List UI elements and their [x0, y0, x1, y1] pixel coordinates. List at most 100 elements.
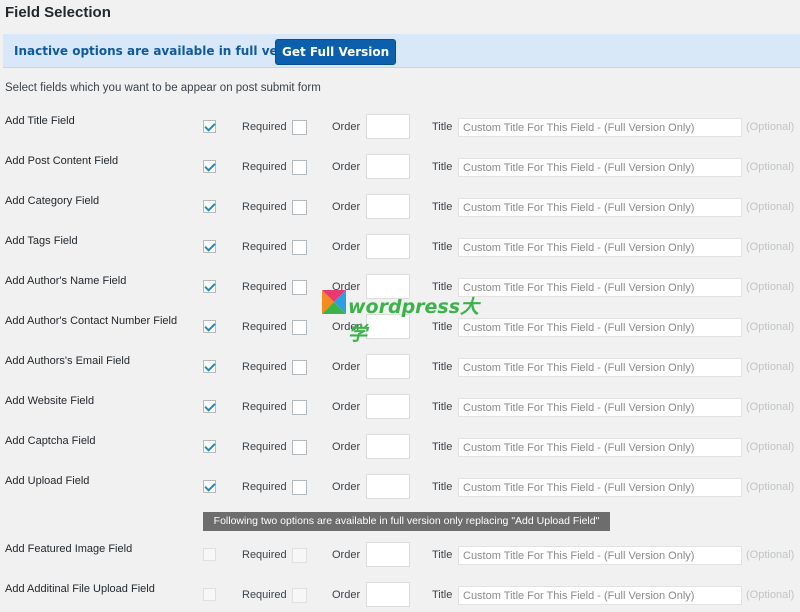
- field-label: Add Tags Field: [5, 235, 78, 247]
- required-checkbox[interactable]: [292, 280, 307, 295]
- field-row: Add Captcha Field Required Order Title (…: [0, 434, 800, 464]
- required-checkbox[interactable]: [292, 480, 307, 495]
- field-row: Add Authors's Email Field Required Order…: [0, 354, 800, 384]
- required-checkbox[interactable]: [292, 160, 307, 175]
- required-label: Required: [242, 441, 287, 453]
- field-row: Add Post Content Field Required Order Ti…: [0, 154, 800, 184]
- custom-title-input[interactable]: [458, 278, 742, 297]
- order-input[interactable]: [366, 582, 410, 607]
- field-label: Add Author's Name Field: [5, 275, 127, 287]
- optional-label: (Optional): [746, 401, 795, 413]
- required-label: Required: [242, 201, 287, 213]
- upgrade-notice: Inactive options are available in full v…: [3, 34, 800, 68]
- order-input[interactable]: [366, 542, 410, 567]
- order-input[interactable]: [366, 354, 410, 379]
- order-label: Order: [332, 201, 361, 213]
- upgrade-tooltip: Following two options are available in f…: [203, 512, 610, 531]
- custom-title-input[interactable]: [458, 198, 742, 217]
- required-checkbox[interactable]: [292, 548, 307, 563]
- watermark-text: wordpress大学: [348, 296, 480, 345]
- order-input[interactable]: [366, 434, 410, 459]
- custom-title-input[interactable]: [458, 586, 742, 605]
- required-label: Required: [242, 161, 287, 173]
- title-label: Title: [432, 481, 453, 493]
- field-enable-checkbox[interactable]: [203, 400, 216, 413]
- title-label: Title: [432, 161, 453, 173]
- order-label: Order: [332, 549, 361, 561]
- field-row: Add Upload Field Required Order Title (O…: [0, 474, 800, 504]
- order-input[interactable]: [366, 194, 410, 219]
- field-row: Add Category Field Required Order Title …: [0, 194, 800, 224]
- required-label: Required: [242, 589, 287, 601]
- page-heading: Field Selection: [5, 4, 111, 21]
- custom-title-input[interactable]: [458, 398, 742, 417]
- field-enable-checkbox[interactable]: [203, 120, 216, 133]
- field-label: Add Title Field: [5, 115, 75, 127]
- optional-label: (Optional): [746, 481, 795, 493]
- required-checkbox[interactable]: [292, 588, 307, 603]
- required-label: Required: [242, 241, 287, 253]
- watermark-logo: wordpress大学: [322, 290, 482, 345]
- title-label: Title: [432, 401, 453, 413]
- required-checkbox[interactable]: [292, 320, 307, 335]
- optional-label: (Optional): [746, 241, 795, 253]
- optional-label: (Optional): [746, 121, 795, 133]
- order-label: Order: [332, 589, 361, 601]
- required-label: Required: [242, 281, 287, 293]
- field-enable-checkbox[interactable]: [203, 360, 216, 373]
- title-label: Title: [432, 361, 453, 373]
- custom-title-input[interactable]: [458, 318, 742, 337]
- field-enable-checkbox[interactable]: [203, 280, 216, 293]
- required-checkbox[interactable]: [292, 400, 307, 415]
- order-label: Order: [332, 121, 361, 133]
- field-row: Add Featured Image Field Required Order …: [0, 542, 800, 572]
- custom-title-input[interactable]: [458, 238, 742, 257]
- order-label: Order: [332, 161, 361, 173]
- wp-logo-icon: [322, 290, 346, 314]
- field-enable-checkbox[interactable]: [203, 440, 216, 453]
- title-label: Title: [432, 589, 453, 601]
- order-label: Order: [332, 401, 361, 413]
- optional-label: (Optional): [746, 441, 795, 453]
- title-label: Title: [432, 549, 453, 561]
- order-input[interactable]: [366, 394, 410, 419]
- required-label: Required: [242, 481, 287, 493]
- field-enable-checkbox[interactable]: [203, 240, 216, 253]
- notice-text: Inactive options are available in full v…: [14, 44, 317, 58]
- title-label: Title: [432, 241, 453, 253]
- order-input[interactable]: [366, 154, 410, 179]
- field-enable-checkbox[interactable]: [203, 320, 216, 333]
- order-label: Order: [332, 361, 361, 373]
- optional-label: (Optional): [746, 161, 795, 173]
- custom-title-input[interactable]: [458, 118, 742, 137]
- field-enable-checkbox[interactable]: [203, 548, 216, 561]
- field-row: Add Website Field Required Order Title (…: [0, 394, 800, 424]
- get-full-version-button[interactable]: Get Full Version: [275, 39, 397, 65]
- custom-title-input[interactable]: [458, 358, 742, 377]
- optional-label: (Optional): [746, 361, 795, 373]
- order-input[interactable]: [366, 474, 410, 499]
- field-enable-checkbox[interactable]: [203, 588, 216, 601]
- field-label: Add Website Field: [5, 395, 95, 407]
- field-enable-checkbox[interactable]: [203, 200, 216, 213]
- field-enable-checkbox[interactable]: [203, 160, 216, 173]
- custom-title-input[interactable]: [458, 158, 742, 177]
- required-checkbox[interactable]: [292, 120, 307, 135]
- optional-label: (Optional): [746, 321, 795, 333]
- required-checkbox[interactable]: [292, 440, 307, 455]
- optional-label: (Optional): [746, 281, 795, 293]
- required-checkbox[interactable]: [292, 200, 307, 215]
- order-input[interactable]: [366, 234, 410, 259]
- custom-title-input[interactable]: [458, 438, 742, 457]
- custom-title-input[interactable]: [458, 546, 742, 565]
- field-label: Add Featured Image Field: [5, 543, 133, 555]
- field-label: Add Author's Contact Number Field: [5, 315, 178, 327]
- required-label: Required: [242, 549, 287, 561]
- required-checkbox[interactable]: [292, 360, 307, 375]
- field-enable-checkbox[interactable]: [203, 480, 216, 493]
- required-checkbox[interactable]: [292, 240, 307, 255]
- field-label: Add Post Content Field: [5, 155, 119, 167]
- title-label: Title: [432, 121, 453, 133]
- order-input[interactable]: [366, 114, 410, 139]
- custom-title-input[interactable]: [458, 478, 742, 497]
